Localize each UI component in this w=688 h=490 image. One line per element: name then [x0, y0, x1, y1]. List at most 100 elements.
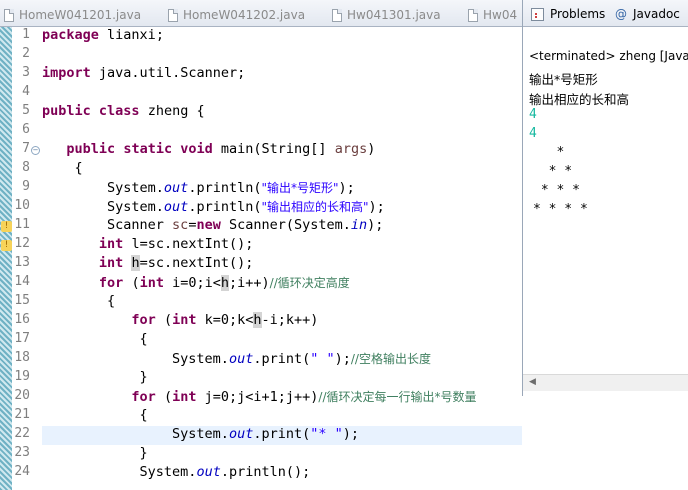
code-token: System. — [42, 199, 164, 215]
string-token: "* " — [310, 426, 343, 442]
code-line: for (int k=0;k<h-i;k++) — [42, 312, 522, 331]
keyword-token: static — [123, 141, 173, 157]
tab-javadoc[interactable]: @ Javadoc — [615, 3, 680, 25]
code-line: import java.util.Scanner; — [42, 65, 522, 84]
code-token: ( — [163, 312, 173, 328]
annotation-ruler[interactable]: ! ! — [0, 27, 12, 490]
console-star-line: * * * * — [533, 202, 588, 217]
comment-token: //空格输出长度 — [350, 352, 431, 366]
warning-icon[interactable]: ! — [1, 221, 12, 232]
editor-tab-homew041202[interactable]: HomeW041202.java — [168, 4, 305, 26]
line-number: 24 — [14, 464, 30, 479]
code-token: ) — [367, 141, 376, 157]
tab-problems-label: Problems — [550, 7, 606, 21]
code-line: System.out.print("* "); — [42, 426, 522, 445]
code-line: { — [42, 160, 522, 179]
console-output-line: 输出相应的长和高 — [529, 92, 630, 107]
string-token: "输出*号矩形" — [261, 181, 339, 195]
code-token: ); — [338, 180, 355, 196]
scroll-left-arrow-icon[interactable]: ◀ — [529, 377, 536, 387]
console-input-line: 4 — [529, 126, 537, 141]
editor-tab-bar: HomeW041201.java HomeW041202.java Hw0413… — [0, 0, 522, 27]
editor-tab-label: HomeW041202.java — [183, 8, 306, 22]
code-token: i=0;i< — [172, 275, 221, 291]
editor-tab-label: Hw041301.java — [347, 8, 441, 22]
code-token: k=0;k< — [204, 312, 254, 328]
code-editor[interactable]: HomeW041201.java HomeW041202.java Hw0413… — [0, 0, 522, 490]
field-token: in — [350, 217, 368, 233]
code-line: for (int i=0;i<h;i++)//循环决定高度 — [42, 274, 522, 293]
code-token: .println( — [188, 180, 262, 196]
code-token: ); — [368, 199, 385, 215]
console-panel: Problems @ Javadoc <terminated> zheng [J… — [522, 0, 688, 396]
javadoc-at-icon: @ — [615, 7, 627, 21]
problems-icon — [531, 7, 544, 21]
console-status: <terminated> zheng [Java Application] — [529, 49, 688, 63]
code-area[interactable]: package lianxi; import java.util.Scanner;… — [42, 27, 522, 490]
string-token: "输出相应的长和高" — [261, 200, 369, 214]
code-token: j=0;j<i+1;j++) — [204, 389, 319, 405]
field-token: out — [163, 180, 189, 196]
code-token: zheng { — [147, 103, 205, 119]
editor-tab-hw041301[interactable]: Hw041301.java — [332, 4, 441, 26]
code-token: .println( — [188, 199, 262, 215]
console-star-line: * — [533, 145, 565, 160]
code-line: } — [42, 369, 522, 388]
string-token: " " — [310, 351, 335, 367]
code-token: .print( — [253, 351, 311, 367]
code-token: { — [42, 293, 116, 309]
line-number: 16 — [14, 312, 30, 327]
console-star-line: * * * — [533, 183, 580, 198]
line-number: 10 — [14, 198, 30, 213]
code-token: l=sc.nextInt(); — [131, 236, 254, 252]
code-line: System.out.print(" ");//空格输出长度 — [42, 350, 522, 369]
java-file-icon — [4, 8, 14, 22]
line-number: 11 — [14, 217, 30, 232]
line-number: 19 — [14, 369, 30, 384]
editor-tab-homew041201[interactable]: HomeW041201.java — [4, 4, 141, 26]
keyword-token: new — [196, 217, 221, 233]
code-token: } — [42, 445, 148, 461]
code-line: package lianxi; — [42, 27, 522, 46]
code-token: .print( — [253, 426, 311, 442]
code-token: ); — [334, 351, 351, 367]
comment-token: //循环决定高度 — [269, 276, 350, 290]
warning-icon[interactable]: ! — [1, 240, 12, 251]
line-number: 20 — [14, 388, 30, 403]
line-number: 4 — [22, 84, 30, 99]
field-token: out — [228, 351, 254, 367]
line-number: 1 — [22, 27, 30, 42]
code-line: System.out.println("输出相应的长和高"); — [42, 198, 522, 217]
code-token: System. — [42, 426, 229, 442]
tab-problems[interactable]: Problems — [531, 3, 605, 25]
line-number: 21 — [14, 407, 30, 422]
java-file-icon — [168, 8, 178, 22]
code-token: lianxi; — [107, 27, 164, 43]
console-input-line: 4 — [529, 107, 537, 122]
keyword-token: void — [180, 141, 213, 157]
code-line: int h=sc.nextInt(); — [42, 255, 522, 274]
occurrence-highlight: h — [220, 275, 230, 291]
fold-collapse-icon[interactable]: − — [31, 146, 40, 155]
tab-javadoc-label: Javadoc — [633, 7, 680, 21]
editor-tab-hw04[interactable]: Hw04 — [468, 4, 517, 26]
variable-token: sc — [172, 217, 189, 233]
code-line: { — [42, 293, 522, 312]
keyword-token: for — [131, 389, 156, 405]
line-number-gutter: 1 2 3 4 5 6 7−8 9 10 11 12 13 14 15 16 17 18 19 20 21 22 23 24 — [12, 27, 42, 490]
field-token: out — [163, 199, 189, 215]
console-horizontal-scrollbar[interactable]: ◀ — [523, 374, 688, 391]
code-token: main(String[] — [220, 141, 335, 157]
keyword-token: public — [66, 141, 116, 157]
code-token: -i;k++) — [261, 312, 319, 328]
java-file-icon — [468, 8, 478, 22]
field-token: out — [196, 464, 221, 480]
code-line: } — [42, 445, 522, 464]
code-token: { — [42, 407, 148, 423]
code-token: } — [42, 369, 148, 385]
